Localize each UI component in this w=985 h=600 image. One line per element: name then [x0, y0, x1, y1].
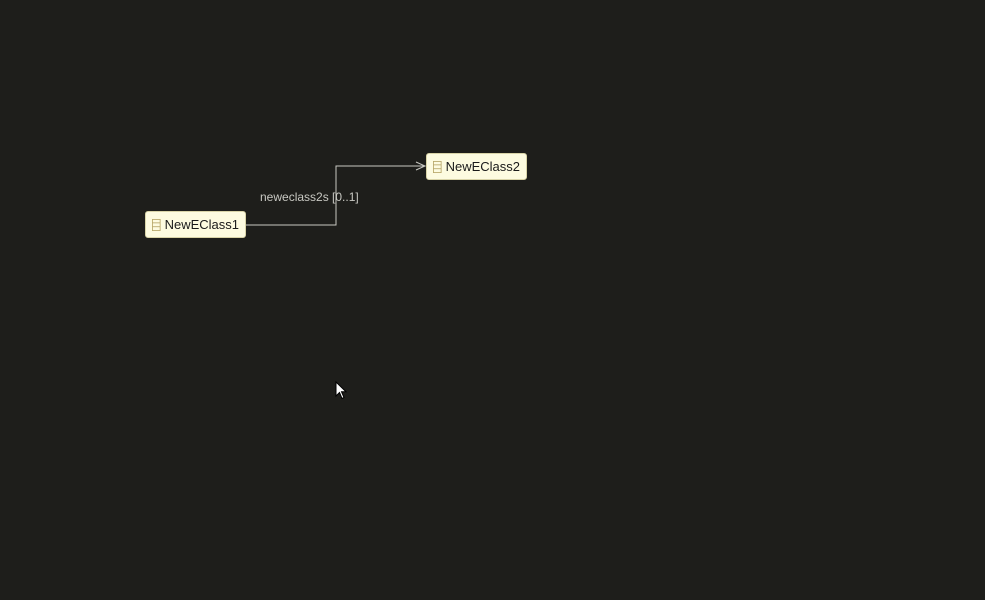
node-label: NewEClass1 [164, 217, 239, 232]
edge-label[interactable]: neweclass2s [0..1] [260, 190, 359, 204]
mouse-cursor-icon [335, 381, 348, 400]
node-label: NewEClass2 [445, 159, 520, 174]
eclass-node-1[interactable]: NewEClass1 [145, 211, 246, 238]
diagram-canvas[interactable]: neweclass2s [0..1] NewEClass1 NewEClass2 [0, 0, 985, 600]
eclass-icon [433, 160, 442, 173]
edge-layer [246, 161, 427, 226]
eclass-node-2[interactable]: NewEClass2 [426, 153, 527, 180]
eclass-icon [152, 218, 161, 231]
